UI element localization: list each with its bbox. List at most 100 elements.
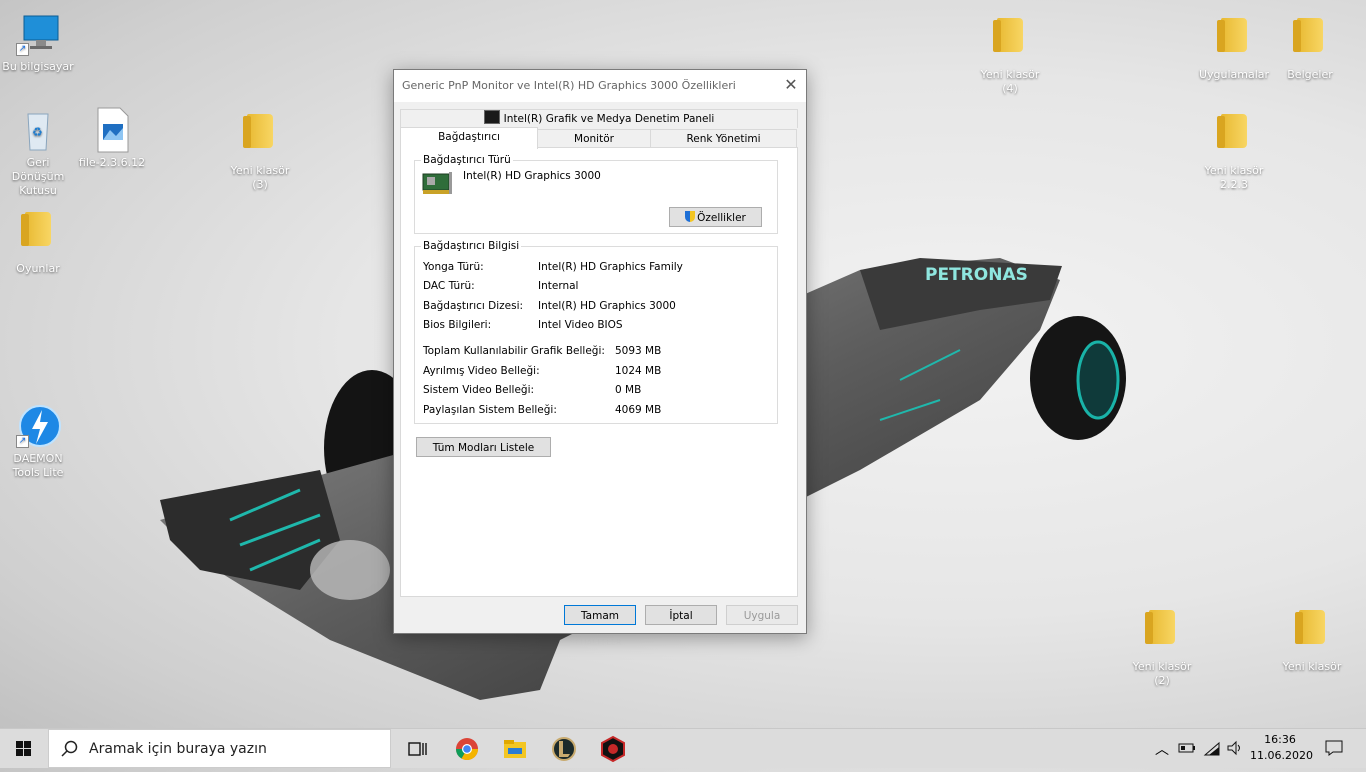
folder-icon [21, 212, 51, 246]
desktop-icon-recycle-bin[interactable]: ♻ Geri Dönüşüm Kutusu [0, 106, 76, 198]
adapter-string-value: Intel(R) HD Graphics 3000 [538, 300, 676, 312]
file-explorer-icon [504, 740, 526, 758]
close-icon: ✕ [784, 75, 798, 94]
volume-icon[interactable] [1226, 740, 1244, 756]
total-graphics-memory-label: Toplam Kullanılabilir Grafik Belleği: [423, 345, 605, 357]
computer-icon: ↗ [14, 10, 62, 58]
taskbar: Aramak için buraya yazın ︿ 16:36 11.06.2… [0, 728, 1366, 768]
battery-icon[interactable] [1178, 741, 1196, 755]
desktop-icon-label: Uygulamalar [1198, 68, 1270, 81]
tab-label: Bağdaştırıcı [438, 131, 500, 143]
button-label: Özellikler [697, 212, 746, 224]
clock[interactable]: 16:36 11.06.2020 [1250, 733, 1313, 762]
adapter-properties-button[interactable]: Özellikler [669, 207, 762, 227]
shared-system-memory-label: Paylaşılan Sistem Belleği: [423, 404, 557, 416]
chip-type-value: Intel(R) HD Graphics Family [538, 261, 683, 273]
graphics-card-icon [421, 170, 453, 196]
recycle-bin-icon: ♻ [14, 106, 62, 154]
tab-adapter[interactable]: Bağdaştırıcı [400, 127, 538, 149]
folder-icon [1293, 18, 1323, 52]
daemon-tools-icon: ↗ [14, 402, 62, 450]
bios-info-label: Bios Bilgileri: [423, 319, 492, 331]
tab-label: Renk Yönetimi [686, 133, 761, 145]
taskbar-search-box[interactable]: Aramak için buraya yazın [48, 729, 391, 768]
desktop-icon-label: Belgeler [1287, 68, 1333, 81]
desktop-icon-games[interactable]: Oyunlar [0, 204, 76, 276]
desktop-icon-folder-2[interactable]: Yeni klasör (2) [1124, 602, 1200, 688]
desktop-icon-daemon-tools[interactable]: ↗ DAEMON Tools Lite [0, 402, 76, 480]
system-video-memory-label: Sistem Video Belleği: [423, 384, 535, 396]
ok-button[interactable]: Tamam [564, 605, 636, 625]
svg-text:SCHAEFFLER: SCHAEFFLER [570, 638, 622, 647]
desktop-icon-label: DAEMON Tools Lite [12, 452, 64, 479]
folder-icon [1217, 18, 1247, 52]
desktop-icon-documents[interactable]: Belgeler [1272, 10, 1348, 82]
windows-logo-icon [16, 741, 31, 756]
desktop-icon-label: Yeni klasör (4) [980, 68, 1040, 95]
desktop-icon-apps[interactable]: Uygulamalar [1196, 10, 1272, 82]
desktop-icon-label: Oyunlar [16, 262, 60, 275]
folder-icon [1217, 114, 1247, 148]
adapter-info-legend: Bağdaştırıcı Bilgisi [423, 240, 520, 252]
desktop-icon-label: Yeni klasör [1282, 660, 1342, 673]
start-button[interactable] [0, 729, 48, 769]
desktop-icon-new-folder[interactable]: Yeni klasör [1274, 602, 1350, 674]
league-of-legends-taskbar-button[interactable] [548, 733, 580, 765]
clock-time: 16:36 [1264, 733, 1296, 746]
dedicated-video-memory-label: Ayrılmış Video Belleği: [423, 365, 540, 377]
svg-text:♻: ♻ [32, 125, 43, 139]
folder-icon [243, 114, 273, 148]
tab-intel-graphics-panel[interactable]: Intel(R) Grafik ve Medya Denetim Paneli [400, 109, 798, 128]
desktop-icon-folder-3[interactable]: Yeni klasör (3) [222, 106, 298, 192]
chrome-icon [456, 738, 478, 760]
show-hidden-icons-button[interactable]: ︿ [1155, 739, 1169, 759]
desktop-icon-folder-223[interactable]: Yeni klasör 2.2.3 [1196, 106, 1272, 192]
league-of-legends-icon [552, 737, 576, 761]
notifications-icon[interactable] [1325, 740, 1343, 756]
tab-color-management[interactable]: Renk Yönetimi [650, 129, 797, 148]
desktop-icon-label: Yeni klasör 2.2.3 [1204, 164, 1264, 191]
desktop-icon-image-file[interactable]: file-2.3.6.12 [74, 106, 150, 170]
image-file-icon [88, 106, 136, 154]
bios-info-value: Intel Video BIOS [538, 319, 623, 331]
cancel-button[interactable]: İptal [645, 605, 717, 625]
adapter-name: Intel(R) HD Graphics 3000 [463, 170, 601, 182]
file-explorer-taskbar-button[interactable] [499, 733, 531, 765]
adapter-type-legend: Bağdaştırıcı Türü [423, 154, 511, 166]
dac-type-label: DAC Türü: [423, 280, 475, 292]
folder-icon [1295, 610, 1325, 644]
system-video-memory-value: 0 MB [615, 384, 642, 396]
game-app-icon [601, 735, 625, 763]
tab-label: Monitör [574, 133, 614, 145]
shortcut-arrow-icon: ↗ [16, 435, 29, 448]
intel-graphics-icon [483, 110, 500, 124]
desktop-icon-folder-4[interactable]: Yeni klasör (4) [972, 10, 1048, 96]
task-view-icon [408, 742, 427, 756]
dac-type-value: Internal [538, 280, 579, 292]
chrome-taskbar-button[interactable] [451, 733, 483, 765]
tab-label: Intel(R) Grafik ve Medya Denetim Paneli [503, 113, 715, 125]
list-all-modes-button[interactable]: Tüm Modları Listele [416, 437, 551, 457]
uac-shield-icon [685, 211, 696, 222]
dialog-title: Generic PnP Monitor ve Intel(R) HD Graph… [402, 79, 736, 92]
clock-date: 11.06.2020 [1250, 749, 1313, 762]
chip-type-label: Yonga Türü: [423, 261, 484, 273]
dedicated-video-memory-value: 1024 MB [615, 365, 662, 377]
tab-monitor[interactable]: Monitör [536, 129, 652, 148]
close-button[interactable]: ✕ [776, 70, 806, 100]
svg-text:PETRONAS: PETRONAS [925, 265, 1028, 285]
game-app-taskbar-button[interactable] [597, 733, 629, 765]
shared-system-memory-value: 4069 MB [615, 404, 662, 416]
task-view-button[interactable] [402, 733, 434, 765]
dialog-titlebar[interactable]: Generic PnP Monitor ve Intel(R) HD Graph… [394, 70, 806, 102]
folder-icon [993, 18, 1023, 52]
wifi-icon[interactable] [1203, 741, 1221, 757]
search-placeholder: Aramak için buraya yazın [89, 741, 267, 757]
desktop-icon-this-pc[interactable]: ↗ Bu bilgisayar [0, 10, 76, 74]
search-icon [61, 740, 78, 757]
apply-button[interactable]: Uygula [726, 605, 798, 625]
folder-icon [1145, 610, 1175, 644]
desktop-icon-label: file-2.3.6.12 [78, 156, 146, 169]
total-graphics-memory-value: 5093 MB [615, 345, 662, 357]
desktop-icon-label: Bu bilgisayar [2, 60, 74, 73]
